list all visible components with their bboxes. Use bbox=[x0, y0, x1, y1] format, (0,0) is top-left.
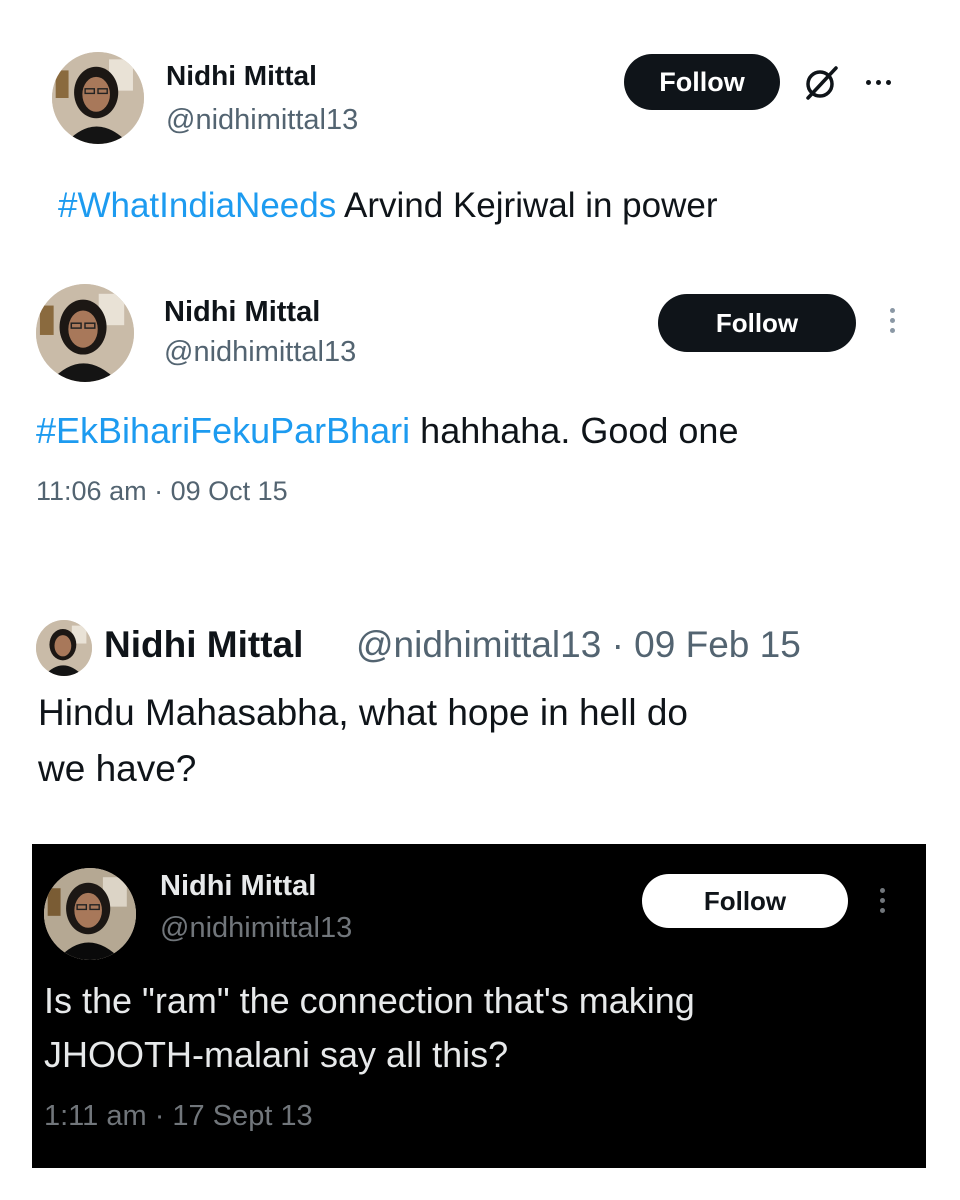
author-handle-date[interactable]: @nidhimittal13 · 09 Feb 15 bbox=[356, 624, 801, 666]
author-handle[interactable]: @nidhimittal13 bbox=[166, 104, 358, 137]
avatar-photo bbox=[36, 284, 134, 382]
avatar[interactable] bbox=[36, 284, 134, 382]
tweet-body: hahhaha. Good one bbox=[410, 410, 739, 451]
follow-button[interactable]: Follow bbox=[658, 294, 856, 352]
tweet-text: #WhatIndiaNeeds Arvind Kejriwal in power bbox=[58, 186, 718, 226]
author-handle[interactable]: @nidhimittal13 bbox=[164, 336, 356, 369]
hashtag-link[interactable]: #EkBihariFekuParBhari bbox=[36, 410, 410, 451]
tweet-body-line2: we have? bbox=[38, 748, 197, 789]
follow-button[interactable]: Follow bbox=[642, 874, 848, 928]
author-name[interactable]: Nidhi Mittal bbox=[164, 296, 320, 329]
avatar[interactable] bbox=[44, 868, 136, 960]
avatar-photo bbox=[44, 868, 136, 960]
avatar[interactable] bbox=[36, 620, 92, 676]
more-options-icon[interactable] bbox=[866, 80, 891, 85]
tweet-body-line2: JHOOTH-malani say all this? bbox=[44, 1034, 509, 1075]
tweet-timestamp[interactable]: 11:06 am · 09 Oct 15 bbox=[36, 476, 288, 507]
author-name[interactable]: Nidhi Mittal bbox=[160, 870, 316, 903]
tweet-body-line1: Is the "ram" the connection that's makin… bbox=[44, 980, 695, 1021]
grok-icon[interactable] bbox=[800, 62, 842, 104]
avatar-photo bbox=[36, 620, 92, 676]
author-handle[interactable]: @nidhimittal13 bbox=[160, 912, 352, 945]
avatar-photo bbox=[52, 52, 144, 144]
follow-button[interactable]: Follow bbox=[624, 54, 780, 110]
more-options-icon[interactable] bbox=[880, 888, 885, 913]
tweet-body: Arvind Kejriwal in power bbox=[336, 186, 718, 225]
more-options-icon[interactable] bbox=[890, 308, 895, 333]
tweet-4-dark-card: Nidhi Mittal @nidhimittal13 Follow Is th… bbox=[32, 844, 926, 1168]
avatar[interactable] bbox=[52, 52, 144, 144]
tweet-timestamp[interactable]: 1:11 am · 17 Sept 13 bbox=[44, 1100, 313, 1133]
tweet-text: #EkBihariFekuParBhari hahhaha. Good one bbox=[36, 410, 738, 452]
author-name[interactable]: Nidhi Mittal bbox=[104, 624, 303, 666]
tweet-body-line1: Hindu Mahasabha, what hope in hell do bbox=[38, 692, 689, 733]
hashtag-link[interactable]: #WhatIndiaNeeds bbox=[58, 186, 336, 225]
author-name[interactable]: Nidhi Mittal bbox=[166, 60, 317, 92]
